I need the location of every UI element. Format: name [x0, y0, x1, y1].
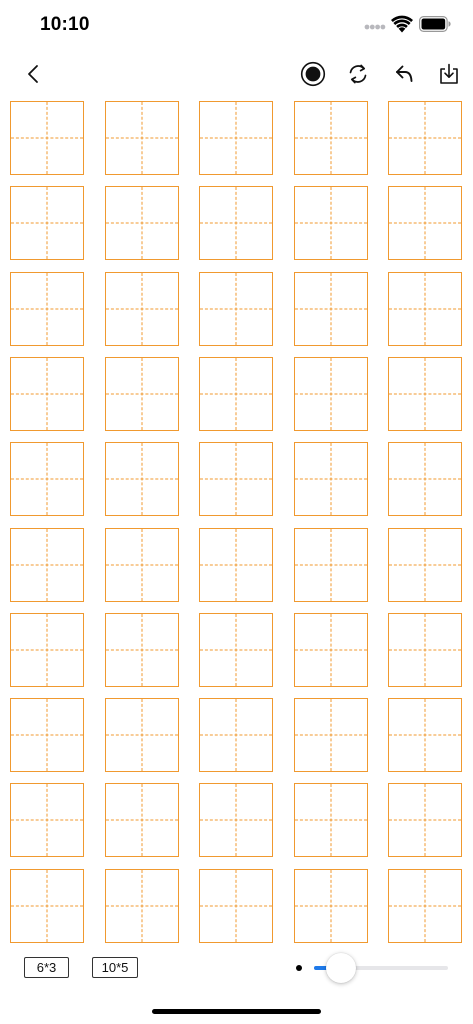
practice-cell[interactable] — [10, 698, 84, 773]
practice-cell[interactable] — [10, 356, 84, 431]
practice-cell[interactable] — [10, 101, 84, 175]
practice-cell[interactable] — [199, 186, 274, 261]
layout-6x3-button[interactable]: 6*3 — [24, 957, 69, 978]
download-icon — [440, 63, 458, 84]
practice-cell[interactable] — [388, 527, 463, 602]
practice-cell[interactable] — [104, 186, 179, 261]
practice-cell[interactable] — [199, 442, 274, 517]
practice-grid — [10, 101, 468, 945]
practice-cell[interactable] — [10, 783, 84, 858]
practice-cell[interactable] — [104, 868, 179, 943]
record-icon — [300, 61, 326, 87]
toolbar — [0, 55, 473, 93]
practice-cell[interactable] — [293, 868, 368, 943]
practice-cell[interactable] — [388, 868, 463, 943]
practice-cell[interactable] — [293, 271, 368, 346]
practice-cell[interactable] — [199, 271, 274, 346]
practice-cell[interactable] — [199, 698, 274, 773]
brush-size-small-icon — [296, 965, 302, 971]
practice-cell[interactable] — [104, 527, 179, 602]
home-indicator — [152, 1009, 321, 1014]
practice-cell[interactable] — [388, 271, 463, 346]
practice-cell[interactable] — [104, 612, 179, 687]
screen: 10:10 6*3 10*5 — [0, 0, 473, 1024]
record-button[interactable] — [296, 55, 330, 93]
practice-cell[interactable] — [104, 101, 179, 175]
cellular-signal-icon — [364, 24, 386, 30]
practice-cell[interactable] — [104, 271, 179, 346]
practice-cell[interactable] — [104, 442, 179, 517]
practice-cell[interactable] — [293, 527, 368, 602]
refresh-button[interactable] — [341, 55, 375, 93]
practice-cell[interactable] — [199, 356, 274, 431]
practice-cell[interactable] — [199, 527, 274, 602]
practice-cell[interactable] — [10, 186, 84, 261]
practice-cell[interactable] — [10, 612, 84, 687]
practice-cell[interactable] — [293, 186, 368, 261]
undo-button[interactable] — [387, 55, 421, 93]
practice-cell[interactable] — [388, 612, 463, 687]
chevron-left-icon — [28, 65, 38, 83]
practice-cell[interactable] — [293, 101, 368, 175]
practice-cell[interactable] — [293, 783, 368, 858]
practice-cell[interactable] — [388, 698, 463, 773]
practice-cell[interactable] — [10, 868, 84, 943]
practice-cell[interactable] — [104, 783, 179, 858]
status-bar: 10:10 — [0, 0, 473, 50]
layout-10x5-button[interactable]: 10*5 — [92, 957, 138, 978]
practice-cell[interactable] — [388, 783, 463, 858]
brush-size-slider-thumb[interactable] — [325, 953, 356, 983]
practice-cell[interactable] — [104, 356, 179, 431]
back-button[interactable] — [16, 55, 50, 93]
practice-cell[interactable] — [293, 356, 368, 431]
practice-cell[interactable] — [388, 356, 463, 431]
practice-cell[interactable] — [388, 186, 463, 261]
practice-cell[interactable] — [10, 271, 84, 346]
practice-cell[interactable] — [199, 101, 274, 175]
practice-cell[interactable] — [388, 442, 463, 517]
practice-cell[interactable] — [199, 612, 274, 687]
practice-cell[interactable] — [10, 442, 84, 517]
wifi-icon — [391, 15, 413, 33]
save-to-device-button[interactable] — [432, 55, 466, 93]
practice-cell[interactable] — [293, 612, 368, 687]
practice-cell[interactable] — [10, 527, 84, 602]
undo-icon — [396, 65, 413, 82]
practice-cell[interactable] — [293, 442, 368, 517]
practice-cell[interactable] — [293, 698, 368, 773]
practice-cell[interactable] — [388, 101, 463, 175]
practice-cell[interactable] — [199, 868, 274, 943]
status-time: 10:10 — [40, 14, 90, 35]
battery-icon — [419, 16, 451, 32]
refresh-icon — [349, 64, 367, 84]
practice-cell[interactable] — [104, 698, 179, 773]
practice-cell[interactable] — [199, 783, 274, 858]
